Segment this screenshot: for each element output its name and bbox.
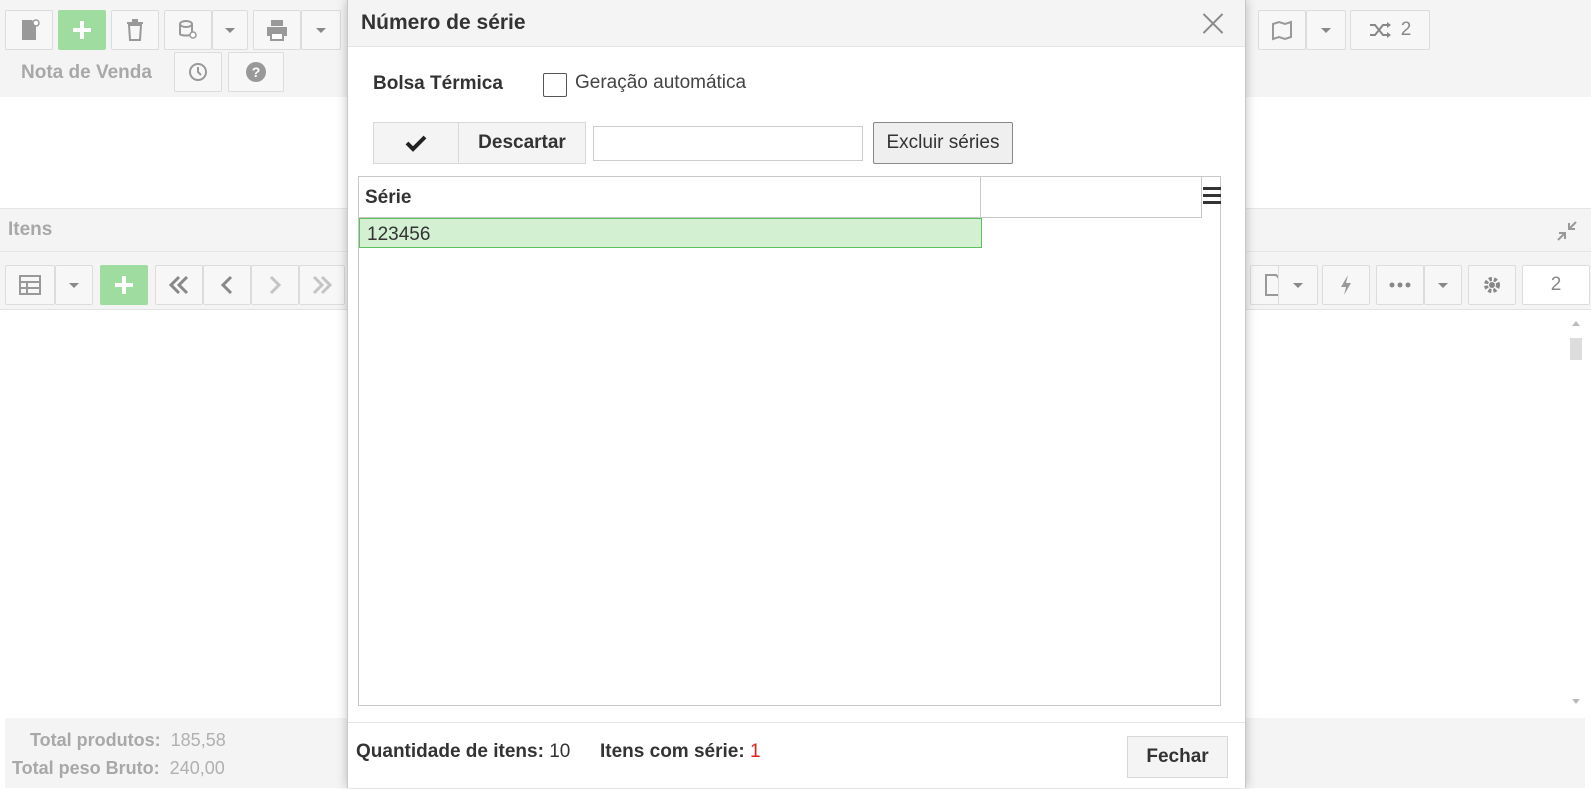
serial-number-dialog: Número de série Bolsa Térmica Geração au… — [347, 0, 1246, 788]
new-document-icon — [22, 19, 40, 40]
grid-view-button[interactable] — [5, 265, 55, 305]
column-header-serie[interactable]: Série — [359, 177, 981, 217]
dialog-footer: Quantidade de itens: 10 Itens com série:… — [348, 722, 1245, 789]
total-gross-weight: Total peso Bruto: 240,00 — [12, 758, 225, 778]
product-name: Bolsa Térmica — [373, 73, 503, 94]
table-row[interactable]: 123456 — [359, 218, 982, 248]
svg-text:?: ? — [252, 64, 261, 80]
history-icon — [189, 63, 207, 81]
discard-button[interactable]: Descartar — [459, 123, 585, 163]
column-menu-icon[interactable] — [1203, 187, 1221, 205]
export-dropdown[interactable] — [1278, 265, 1318, 305]
help-icon: ? — [246, 62, 266, 82]
scrollbar-arrows-icon — [1570, 321, 1582, 704]
print-button[interactable] — [253, 10, 301, 50]
database-search-button[interactable] — [164, 10, 212, 50]
total-products: Total produtos: 185,58 — [30, 730, 226, 750]
more-dropdown[interactable] — [1424, 265, 1462, 305]
serie-cell: 123456 — [367, 224, 431, 245]
shuffle-icon — [1369, 22, 1391, 38]
printer-icon — [267, 20, 287, 41]
items-scrollbar[interactable] — [1568, 318, 1584, 710]
help-button[interactable]: ? — [228, 52, 284, 92]
toolbar-label: Nota de Venda — [21, 62, 152, 83]
map-button[interactable] — [1258, 10, 1306, 50]
auto-generation-label[interactable]: Geração automática — [575, 72, 746, 94]
lightning-icon — [1341, 275, 1351, 295]
quick-action-button[interactable] — [1322, 265, 1370, 305]
grid-view-dropdown[interactable] — [55, 265, 93, 305]
map-icon — [1272, 20, 1292, 41]
chevron-down-icon — [1438, 282, 1448, 288]
chevron-right-icon — [269, 275, 282, 295]
chevron-down-icon — [1321, 27, 1331, 33]
plus-icon — [115, 276, 133, 294]
double-chevron-left-icon — [168, 275, 189, 295]
history-button[interactable] — [174, 52, 222, 92]
previous-page-button[interactable] — [203, 265, 251, 305]
gear-icon — [1484, 277, 1500, 293]
serie-grid: Série 123456 — [358, 176, 1221, 706]
collapse-icon[interactable] — [1556, 220, 1578, 242]
double-chevron-right-icon — [312, 275, 333, 295]
more-button[interactable] — [1376, 265, 1424, 305]
chevron-down-icon — [316, 27, 326, 33]
with-serie-count: 1 — [749, 741, 761, 762]
print-dropdown[interactable] — [301, 10, 341, 50]
database-search-dropdown[interactable] — [212, 10, 248, 50]
close-icon[interactable] — [1199, 9, 1227, 37]
page-number-input[interactable]: 2 — [1522, 265, 1590, 305]
ellipsis-icon — [1389, 282, 1411, 288]
last-page-button[interactable] — [299, 265, 345, 305]
serie-action-group: Descartar — [373, 122, 586, 164]
plus-icon — [73, 21, 91, 39]
dialog-header: Número de série — [348, 0, 1245, 47]
chevron-down-icon — [225, 27, 235, 33]
database-search-icon — [179, 20, 197, 39]
next-page-button[interactable] — [251, 265, 299, 305]
delete-button[interactable] — [111, 10, 159, 50]
shuffle-button[interactable]: 2 — [1350, 10, 1430, 50]
confirm-button[interactable] — [374, 123, 459, 163]
table-icon — [19, 275, 41, 295]
auto-generation-checkbox[interactable] — [543, 73, 567, 97]
settings-button[interactable] — [1468, 265, 1516, 305]
first-page-button[interactable] — [155, 265, 203, 305]
with-serie-info: Itens com série: 1 — [600, 741, 761, 762]
column-header-empty — [981, 177, 1202, 217]
serie-input[interactable] — [593, 126, 863, 161]
add-button[interactable] — [58, 10, 106, 50]
dialog-title: Número de série — [361, 11, 526, 34]
chevron-left-icon — [220, 275, 233, 295]
map-dropdown[interactable] — [1306, 10, 1346, 50]
shuffle-count: 2 — [1400, 19, 1412, 40]
trash-icon — [127, 19, 143, 41]
grid-header: Série — [359, 177, 1202, 218]
chevron-down-icon — [1293, 282, 1303, 288]
chevron-down-icon — [69, 282, 79, 288]
quantity-info: Quantidade de itens: 10 — [356, 741, 571, 762]
checkmark-icon — [405, 135, 427, 152]
delete-series-button[interactable]: Excluir séries — [873, 122, 1013, 164]
new-document-button[interactable] — [5, 10, 53, 50]
items-panel-title: Itens — [8, 219, 53, 240]
add-item-button[interactable] — [100, 265, 148, 305]
close-button[interactable]: Fechar — [1127, 736, 1228, 778]
